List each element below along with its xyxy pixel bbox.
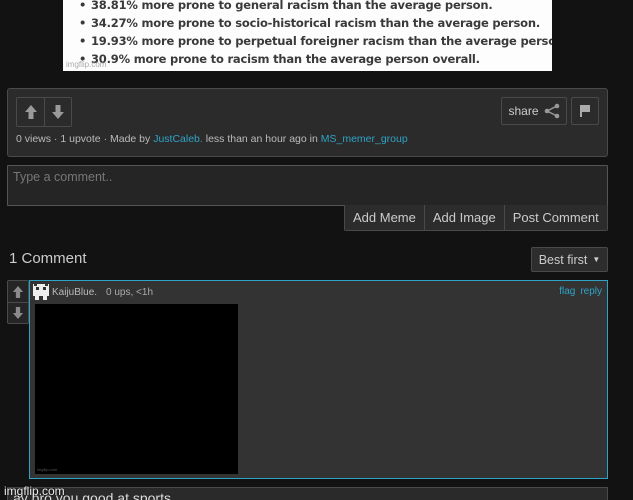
meme-watermark: imgflip.com <box>66 60 107 69</box>
author-link[interactable]: JustCaleb. <box>153 133 203 145</box>
meme-stats-line: 0 views · 1 upvote · Made by JustCaleb. … <box>16 133 408 145</box>
comment-flag-link[interactable]: flag <box>559 286 575 297</box>
comment-vote-group <box>7 280 29 324</box>
avatar-icon[interactable] <box>33 284 49 300</box>
upvote-button[interactable] <box>17 98 44 126</box>
meme-text-list: 38.81% more prone to general racism than… <box>63 0 552 68</box>
arrow-down-icon <box>12 307 24 319</box>
add-image-button[interactable]: Add Image <box>423 205 504 230</box>
site-watermark: imgflip.com <box>4 484 65 498</box>
flag-button[interactable] <box>571 97 599 125</box>
meme-line: 30.9% more prone to racism than the aver… <box>77 50 552 68</box>
meme-line: 34.27% more prone to socio-historical ra… <box>77 14 552 32</box>
stream-link[interactable]: MS_memer_group <box>321 133 408 145</box>
share-button[interactable]: share <box>501 97 567 125</box>
comment-actions: Add Meme Add Image Post Comment <box>344 205 608 231</box>
meme-line: 19.93% more prone to perpetual foreigner… <box>77 32 552 50</box>
comment-username[interactable]: KaijuBlue. <box>52 287 97 298</box>
arrow-up-icon <box>12 285 24 298</box>
comment-item: KaijuBlue. 0 ups, <1h flag reply imgflip… <box>29 280 608 479</box>
time-label: less than an hour ago in <box>202 133 321 145</box>
comments-heading: 1 Comment <box>9 250 87 267</box>
comment-links: flag reply <box>559 286 602 297</box>
made-by-label: Made by <box>110 133 154 145</box>
comment-image-watermark: imgflip.com <box>37 467 58 472</box>
views-count: 0 views <box>16 133 52 145</box>
share-icon <box>544 103 559 119</box>
comment-downvote-button[interactable] <box>8 302 28 323</box>
comment-upvote-button[interactable] <box>8 281 28 302</box>
comment-meta: 0 ups, <1h <box>106 286 154 298</box>
sort-selected-label: Best first <box>538 252 588 267</box>
add-meme-button[interactable]: Add Meme <box>345 205 424 230</box>
vote-group <box>16 97 72 127</box>
downvote-button[interactable] <box>44 98 71 126</box>
upvote-count: 1 upvote <box>60 133 101 145</box>
caret-down-icon: ▼ <box>592 255 601 264</box>
sort-select[interactable]: Best first ▼ <box>531 247 608 272</box>
share-label: share <box>508 104 539 118</box>
comment-header: KaijuBlue. 0 ups, <1h <box>33 284 153 300</box>
separator: · <box>100 133 110 145</box>
comment-input[interactable] <box>7 165 608 206</box>
comment-image[interactable]: imgflip.com <box>35 304 238 474</box>
arrow-up-icon <box>24 105 37 119</box>
arrow-down-icon <box>52 105 64 119</box>
post-comment-button[interactable]: Post Comment <box>503 205 607 230</box>
meme-info-panel: 0 views · 1 upvote · Made by JustCaleb. … <box>7 88 608 157</box>
meme-image: 38.81% more prone to general racism than… <box>63 0 552 71</box>
flag-icon <box>580 105 590 117</box>
meme-line: 38.81% more prone to general racism than… <box>77 0 552 14</box>
separator: · <box>51 133 61 145</box>
comment-reply-link[interactable]: reply <box>580 286 602 297</box>
